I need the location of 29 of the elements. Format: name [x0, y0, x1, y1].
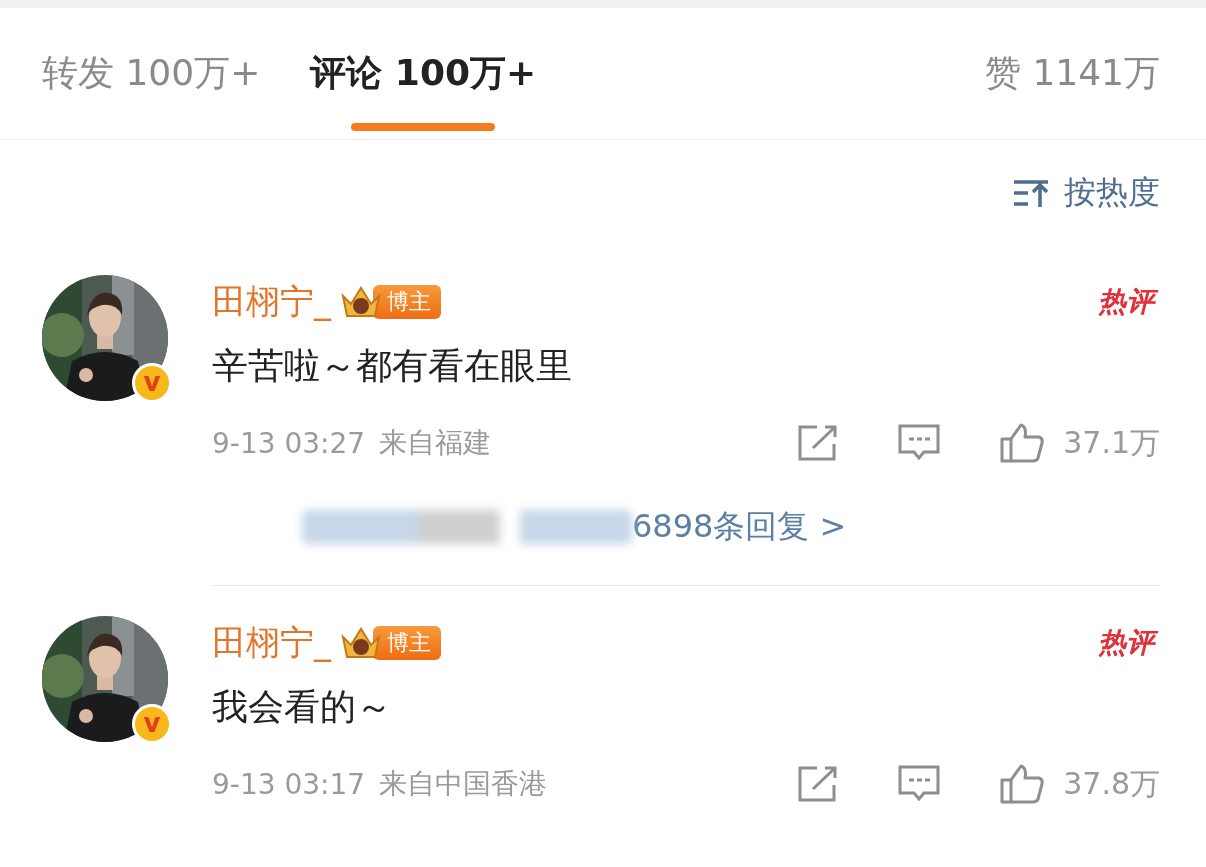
comment-icon: [897, 764, 942, 804]
share-button[interactable]: [797, 424, 840, 462]
verified-badge: v: [132, 363, 172, 403]
comment-text: 辛苦啦～都有看在眼里: [212, 344, 573, 388]
user-name[interactable]: 田栩宁_: [212, 620, 331, 666]
comment-location: 来自福建: [379, 425, 492, 461]
tab[interactable]: 赞 1141万: [984, 8, 1160, 139]
replies-link[interactable]: 6898条回复 >: [632, 505, 847, 549]
tab[interactable]: 评论 100万+: [310, 8, 537, 139]
like-button[interactable]: 37.1万: [999, 422, 1160, 464]
user-name[interactable]: 田栩宁_: [212, 279, 331, 325]
comment-text: 我会看的～: [212, 685, 393, 729]
reply-button[interactable]: [897, 764, 942, 804]
sort-button[interactable]: 按热度: [1012, 170, 1160, 215]
share-icon: [797, 424, 840, 462]
comment-icon: [897, 423, 942, 463]
share-icon: [797, 765, 840, 803]
like-button[interactable]: 37.8万: [999, 763, 1160, 805]
comment-time: 9-13 03:17: [212, 767, 366, 801]
comment-location: 来自中国香港: [379, 766, 548, 802]
hot-comment-label: 热评: [1094, 623, 1160, 663]
thumbs-up-icon: [999, 764, 1046, 804]
hot-comment-label: 热评: [1094, 282, 1160, 322]
comment-time: 9-13 03:27: [212, 426, 366, 460]
thumbs-up-icon: [999, 423, 1046, 463]
share-button[interactable]: [797, 765, 840, 803]
reply-button[interactable]: [897, 423, 942, 463]
verified-badge: v: [132, 704, 172, 744]
tab[interactable]: 转发 100万+: [42, 8, 261, 139]
